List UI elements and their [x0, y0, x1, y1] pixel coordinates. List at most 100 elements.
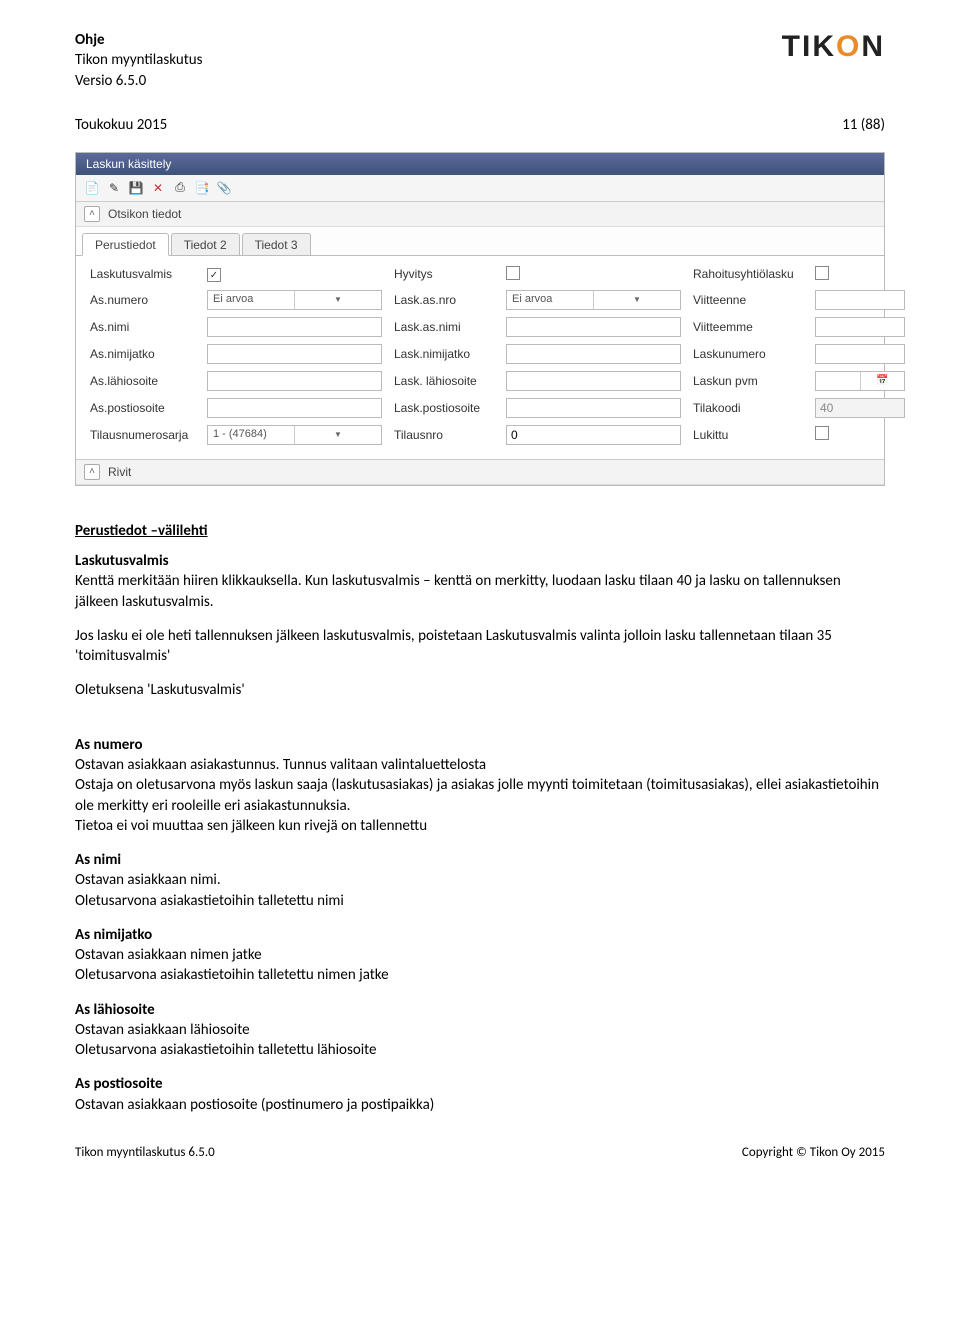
p2b: Ostaja on oletusarvona myös laskun saaja…: [75, 776, 879, 814]
lbl-laskpostiosoite: Lask.postiosoite: [394, 401, 494, 415]
lbl-laskasnro: Lask.as.nro: [394, 293, 494, 307]
lbl-lasklahiosoite: Lask. lähiosoite: [394, 374, 494, 388]
field-label: As nimi: [75, 851, 121, 869]
input-laskunumero[interactable]: [815, 344, 905, 364]
input-asnimi[interactable]: [207, 317, 382, 337]
doc-title-product: Tikon myyntilaskutus: [75, 50, 202, 70]
doc-title-version: Versio 6.5.0: [75, 71, 202, 91]
input-viitteenne[interactable]: [815, 290, 905, 310]
lbl-laskunumero: Laskunumero: [693, 347, 803, 361]
body-text: Perustiedot –välilehti Laskutusvalmis Ke…: [75, 521, 885, 1115]
page-number: 11 (88): [842, 116, 885, 134]
footer-right: Copyright © Tikon Oy 2015: [742, 1145, 885, 1160]
combo-tilausnumerosarja[interactable]: 1 - (47684)▼: [207, 425, 382, 445]
chevron-down-icon: ▼: [294, 426, 381, 444]
p1c: Oletuksena 'Laskutusvalmis': [75, 680, 885, 700]
lbl-asnimijatko: As.nimijatko: [90, 347, 195, 361]
collapse-icon[interactable]: ˄: [84, 206, 100, 222]
window-title: Laskun käsittely: [76, 153, 884, 175]
field-label: As postiosoite: [75, 1075, 163, 1093]
lbl-laskasnimi: Lask.as.nimi: [394, 320, 494, 334]
perustiedot-panel: Laskutusvalmis ✓ Hyvitys Rahoitusyhtiöla…: [76, 255, 884, 459]
new-icon[interactable]: 📄: [84, 180, 100, 196]
doc-date: Toukokuu 2015: [75, 116, 167, 134]
tikon-logo: TIKON: [782, 30, 885, 64]
lbl-laskutusvalmis: Laskutusvalmis: [90, 267, 195, 281]
lbl-lasknimijatko: Lask.nimijatko: [394, 347, 494, 361]
doc-title-block: Ohje Tikon myyntilaskutus Versio 6.5.0: [75, 30, 202, 91]
lbl-aslahiosoite: As.lähiosoite: [90, 374, 195, 388]
input-viitteemme[interactable]: [815, 317, 905, 337]
lbl-rahoitus: Rahoitusyhtiölasku: [693, 267, 803, 281]
edit-icon[interactable]: ✎: [106, 180, 122, 196]
lbl-tilausnumerosarja: Tilausnumerosarja: [90, 428, 195, 442]
input-tilausnro[interactable]: [506, 425, 681, 445]
tabs: Perustiedot Tiedot 2 Tiedot 3: [76, 227, 884, 255]
p2c: Tietoa ei voi muuttaa sen jälkeen kun ri…: [75, 817, 427, 835]
lbl-viitteemme: Viitteemme: [693, 320, 803, 334]
field-label: As numero: [75, 736, 143, 754]
calendar-icon: 📅: [860, 372, 905, 390]
chk-lukittu[interactable]: [815, 426, 829, 440]
doc-icon[interactable]: 📑: [194, 180, 210, 196]
p4a: Ostavan asiakkaan nimen jatke: [75, 946, 262, 964]
lbl-viitteenne: Viitteenne: [693, 293, 803, 307]
chevron-down-icon: ▼: [593, 291, 680, 309]
toolbar: 📄 ✎ 💾 ✕ ⎙ 📑 📎: [76, 175, 884, 202]
field-label: As nimijatko: [75, 926, 152, 944]
tab-perustiedot[interactable]: Perustiedot: [82, 233, 169, 256]
input-asnimijatko[interactable]: [207, 344, 382, 364]
chk-laskutusvalmis[interactable]: ✓: [207, 268, 221, 282]
otsikon-tiedot-section[interactable]: ˄ Otsikon tiedot: [76, 202, 884, 227]
input-laskpostiosoite[interactable]: [506, 398, 681, 418]
lbl-hyvitys: Hyvitys: [394, 267, 494, 281]
lbl-laskunpvm: Laskun pvm: [693, 374, 803, 388]
input-tilakoodi: [815, 398, 905, 418]
lbl-aspostiosoite: As.postiosoite: [90, 401, 195, 415]
date-page-row: Toukokuu 2015 11 (88): [75, 116, 885, 134]
rivit-section[interactable]: ˄ Rivit: [76, 459, 884, 485]
p6a: Ostavan asiakkaan postiosoite (postinume…: [75, 1096, 434, 1114]
lbl-asnumero: As.numero: [90, 293, 195, 307]
p3a: Ostavan asiakkaan nimi.: [75, 871, 221, 889]
chk-rahoitus[interactable]: [815, 266, 829, 280]
p5a: Ostavan asiakkaan lähiosoite: [75, 1021, 250, 1039]
tab-tiedot2[interactable]: Tiedot 2: [171, 233, 240, 255]
page-footer: Tikon myyntilaskutus 6.5.0 Copyright © T…: [75, 1145, 885, 1160]
tab-tiedot3[interactable]: Tiedot 3: [242, 233, 311, 255]
lbl-asnimi: As.nimi: [90, 320, 195, 334]
otsikon-label: Otsikon tiedot: [108, 207, 181, 221]
p1b: Jos lasku ei ole heti tallennuksen jälke…: [75, 626, 885, 667]
doc-title-guide: Ohje: [75, 30, 202, 50]
p3b: Oletusarvona asiakastietoihin talletettu…: [75, 892, 344, 910]
input-aspostiosoite[interactable]: [207, 398, 382, 418]
print-icon[interactable]: ⎙: [172, 180, 188, 196]
combo-asnumero[interactable]: Ei arvoa▼: [207, 290, 382, 310]
section-heading: Perustiedot –välilehti: [75, 521, 885, 541]
save-icon[interactable]: 💾: [128, 180, 144, 196]
p5b: Oletusarvona asiakastietoihin talletettu…: [75, 1041, 377, 1059]
p2a: Ostavan asiakkaan asiakastunnus. Tunnus …: [75, 756, 486, 774]
p1a: Kenttä merkitään hiiren klikkauksella. K…: [75, 572, 841, 610]
combo-laskasnro[interactable]: Ei arvoa▼: [506, 290, 681, 310]
input-lasklahiosoite[interactable]: [506, 371, 681, 391]
input-lasknimijatko[interactable]: [506, 344, 681, 364]
lbl-tilausnro: Tilausnro: [394, 428, 494, 442]
page-header: Ohje Tikon myyntilaskutus Versio 6.5.0 T…: [75, 30, 885, 91]
delete-icon[interactable]: ✕: [150, 180, 166, 196]
rivit-label: Rivit: [108, 465, 131, 479]
laskun-kasittely-screenshot: Laskun käsittely 📄 ✎ 💾 ✕ ⎙ 📑 📎 ˄ Otsikon…: [75, 152, 885, 486]
collapse-icon[interactable]: ˄: [84, 464, 100, 480]
field-label: Laskutusvalmis: [75, 552, 169, 570]
input-aslahiosoite[interactable]: [207, 371, 382, 391]
lbl-tilakoodi: Tilakoodi: [693, 401, 803, 415]
input-laskunpvm[interactable]: 📅: [815, 371, 905, 391]
field-label: As lähiosoite: [75, 1001, 155, 1019]
footer-left: Tikon myyntilaskutus 6.5.0: [75, 1145, 215, 1160]
lbl-lukittu: Lukittu: [693, 428, 803, 442]
chevron-down-icon: ▼: [294, 291, 381, 309]
p4b: Oletusarvona asiakastietoihin talletettu…: [75, 966, 389, 984]
attach-icon[interactable]: 📎: [216, 180, 232, 196]
chk-hyvitys[interactable]: [506, 266, 520, 280]
input-laskasnimi[interactable]: [506, 317, 681, 337]
